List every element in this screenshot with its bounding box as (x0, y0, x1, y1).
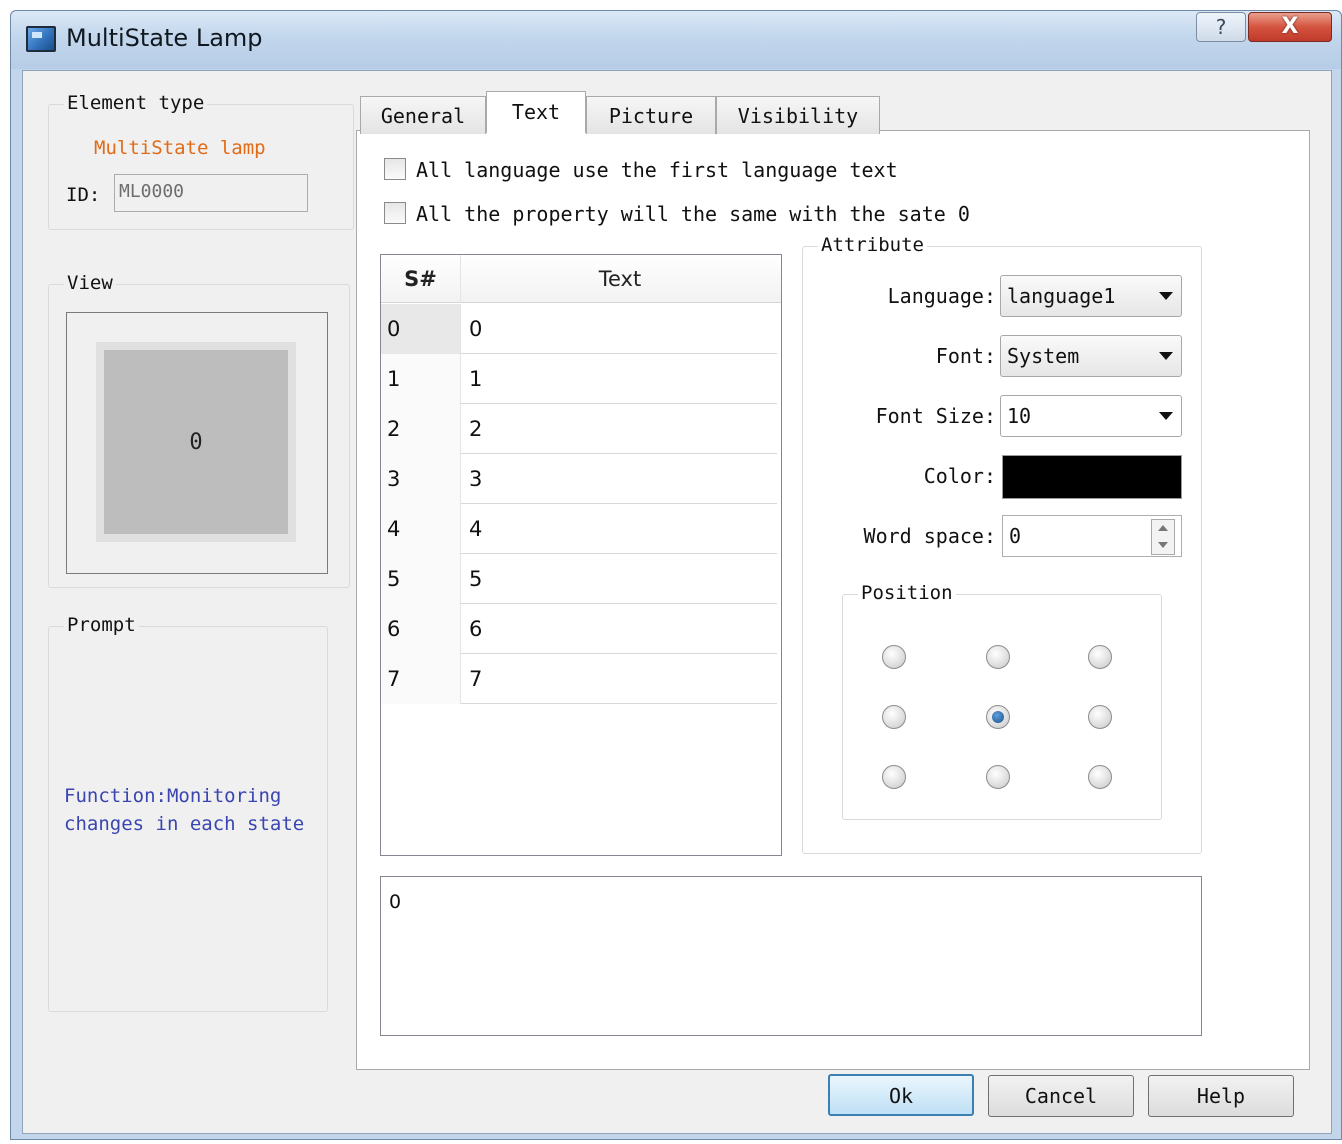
tab-general[interactable]: General (360, 96, 486, 134)
tab-visibility[interactable]: Visibility (716, 96, 880, 134)
language-value: language1 (1007, 284, 1116, 308)
state-cell: 0 (381, 304, 461, 354)
position-bottom-right-radio[interactable] (1088, 765, 1112, 789)
spin-buttons[interactable] (1151, 519, 1175, 555)
table-row[interactable]: 4 4 (381, 504, 777, 554)
view-label: View (64, 272, 116, 294)
window-title: MultiState Lamp (66, 24, 263, 52)
font-dropdown[interactable]: System (1000, 335, 1182, 377)
text-cell[interactable]: 4 (461, 504, 777, 554)
position-label: Position (858, 582, 956, 604)
state-cell: 4 (381, 504, 461, 554)
position-bottom-center-radio[interactable] (986, 765, 1010, 789)
font-size-value: 10 (1007, 404, 1032, 428)
state-cell: 2 (381, 404, 461, 454)
prompt-label: Prompt (64, 614, 139, 636)
word-space-value: 0 (1009, 524, 1022, 548)
language-label: Language: (887, 284, 996, 308)
tab-picture[interactable]: Picture (586, 96, 716, 134)
attribute-label: Attribute (818, 234, 927, 256)
column-header-state[interactable]: S# (381, 255, 461, 303)
text-cell[interactable]: 6 (461, 604, 777, 654)
position-top-left-radio[interactable] (882, 645, 906, 669)
state-text-editor[interactable]: 0 (380, 876, 1202, 1036)
table-row[interactable]: 5 5 (381, 554, 777, 604)
cancel-button[interactable]: Cancel (988, 1075, 1134, 1117)
column-header-text[interactable]: Text (461, 255, 779, 303)
word-space-spinbox[interactable]: 0 (1002, 515, 1182, 557)
position-middle-left-radio[interactable] (882, 705, 906, 729)
font-size-label: Font Size: (875, 404, 996, 428)
position-top-center-radio[interactable] (986, 645, 1010, 669)
text-cell[interactable]: 3 (461, 454, 777, 504)
state-cell: 3 (381, 454, 461, 504)
text-cell[interactable]: 0 (461, 304, 777, 354)
table-row[interactable]: 7 7 (381, 654, 777, 704)
state-cell: 1 (381, 354, 461, 404)
close-button[interactable]: X (1248, 12, 1332, 42)
language-dropdown[interactable]: language1 (1000, 275, 1182, 317)
position-bottom-left-radio[interactable] (882, 765, 906, 789)
id-label: ID: (66, 184, 101, 206)
first-language-label: All language use the first language text (416, 158, 898, 182)
spin-up-icon[interactable] (1158, 525, 1168, 531)
spin-down-icon[interactable] (1158, 542, 1168, 548)
table-row[interactable]: 3 3 (381, 454, 777, 504)
font-size-dropdown[interactable]: 10 (1000, 395, 1182, 437)
prompt-text: Function:Monitoring changes in each stat… (64, 785, 305, 835)
lamp-preview: 0 (104, 350, 288, 534)
tab-text[interactable]: Text (486, 91, 586, 133)
help-title-button[interactable]: ? (1196, 12, 1246, 42)
position-top-right-radio[interactable] (1088, 645, 1112, 669)
state-cell: 6 (381, 604, 461, 654)
color-label: Color: (923, 464, 996, 488)
table-row[interactable]: 2 2 (381, 404, 777, 454)
table-row[interactable]: 6 6 (381, 604, 777, 654)
help-button[interactable]: Help (1148, 1075, 1294, 1117)
font-value: System (1007, 344, 1080, 368)
element-type-value: MultiState lamp (94, 137, 266, 159)
same-property-checkbox[interactable] (384, 202, 406, 224)
ok-button[interactable]: Ok (828, 1074, 974, 1116)
position-middle-right-radio[interactable] (1088, 705, 1112, 729)
chevron-down-icon (1159, 352, 1173, 360)
state-text-table[interactable]: S# Text 0 0 1 1 2 2 3 3 4 4 5 5 6 6 7 7 (380, 254, 782, 856)
chevron-down-icon (1159, 292, 1173, 300)
id-field[interactable]: ML0000 (114, 174, 308, 212)
color-picker[interactable] (1002, 455, 1182, 499)
table-header: S# Text (381, 255, 781, 303)
word-space-label: Word space: (863, 524, 996, 548)
element-type-label: Element type (64, 92, 208, 114)
same-property-label: All the property will the same with the … (416, 202, 970, 226)
text-cell[interactable]: 5 (461, 554, 777, 604)
table-row[interactable]: 0 0 (381, 304, 777, 354)
position-middle-center-radio[interactable] (986, 705, 1010, 729)
text-cell[interactable]: 2 (461, 404, 777, 454)
state-cell: 7 (381, 654, 461, 704)
first-language-checkbox[interactable] (384, 158, 406, 180)
text-cell[interactable]: 1 (461, 354, 777, 404)
font-label: Font: (935, 344, 996, 368)
state-cell: 5 (381, 554, 461, 604)
app-window-icon (26, 26, 56, 52)
text-cell[interactable]: 7 (461, 654, 777, 704)
table-row[interactable]: 1 1 (381, 354, 777, 404)
chevron-down-icon (1159, 412, 1173, 420)
